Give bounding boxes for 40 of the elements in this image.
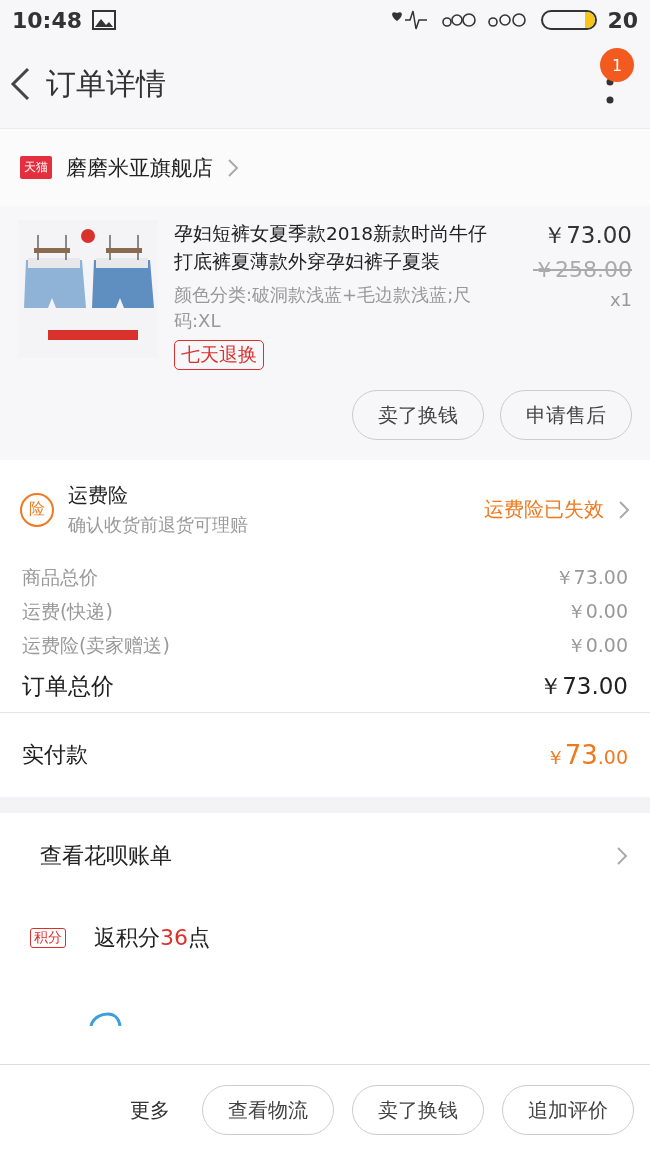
back-icon[interactable] — [8, 66, 32, 102]
store-badge: 天猫 — [20, 156, 52, 179]
quantity: x1 — [609, 289, 632, 310]
battery-percent: 20 — [607, 7, 638, 33]
cost-value: ￥0.00 — [566, 599, 628, 624]
paid-label: 实付款 — [22, 741, 88, 769]
chevron-icon — [227, 157, 239, 178]
product-price: ￥73.00 — [543, 221, 632, 250]
chat-icon[interactable] — [88, 1012, 122, 1026]
notification-badge: 1 — [600, 48, 634, 82]
page-title: 订单详情 — [46, 64, 166, 103]
more-link[interactable]: 更多 — [130, 1096, 170, 1124]
cost-label: 运费(快递) — [22, 599, 113, 624]
action-button[interactable]: 申请售后 — [500, 390, 632, 440]
return-tag: 七天退换 — [174, 340, 264, 370]
cost-label: 订单总价 — [22, 672, 114, 701]
insurance-subtitle: 确认收货前退货可理赔 — [68, 513, 249, 537]
points-badge: 积分 — [30, 928, 66, 948]
action-button[interactable]: 追加评价 — [502, 1085, 634, 1135]
cost-value: ￥0.00 — [566, 633, 628, 658]
cost-value: ￥73.00 — [539, 672, 628, 701]
chevron-icon — [618, 499, 630, 520]
huabei-link[interactable]: 查看花呗账单 — [40, 840, 172, 871]
cost-value: ￥73.00 — [554, 565, 628, 590]
product-title[interactable]: 孕妇短裤女夏季款2018新款时尚牛仔打底裤夏薄款外穿孕妇裤子夏装 — [174, 220, 506, 276]
points-text: 返积分36点 — [94, 924, 210, 952]
insurance-icon: 险 — [20, 492, 54, 527]
image-icon — [92, 10, 117, 30]
action-button[interactable]: 卖了换钱 — [352, 390, 484, 440]
status-time: 10:48 — [12, 7, 83, 33]
chevron-icon — [616, 845, 628, 866]
action-button[interactable]: 查看物流 — [202, 1085, 334, 1135]
insurance-title: 运费险 — [68, 482, 129, 509]
paid-amount: ￥73.00 — [545, 739, 628, 771]
action-button[interactable]: 卖了换钱 — [352, 1085, 484, 1135]
store-name[interactable]: 磨磨米亚旗舰店 — [66, 153, 213, 182]
original-price: ￥258.00 — [533, 256, 632, 284]
cost-label: 商品总价 — [22, 565, 98, 590]
cost-label: 运费险(卖家赠送) — [22, 633, 170, 658]
product-spec: 颜色分类:破洞款浅蓝+毛边款浅蓝;尺码:XL — [174, 283, 473, 333]
